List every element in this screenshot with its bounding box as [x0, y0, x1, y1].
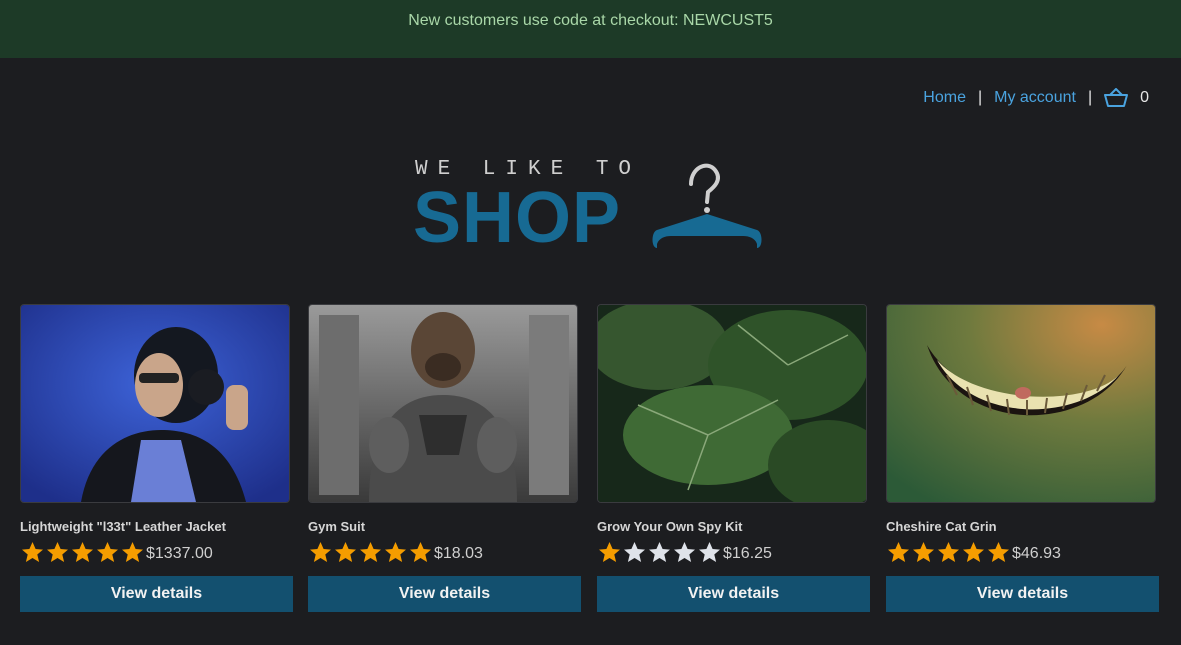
star-filled-icon — [963, 542, 984, 562]
product-photo-spy-kit — [598, 305, 866, 502]
star-filled-icon — [599, 542, 620, 562]
star-filled-icon — [888, 542, 909, 562]
product-image[interactable] — [597, 304, 867, 503]
star-filled-icon — [47, 542, 68, 562]
product-image[interactable] — [20, 304, 290, 503]
star-empty-icon — [624, 542, 645, 562]
view-details-button[interactable]: View details — [20, 576, 293, 612]
cart-link[interactable]: 0 — [1104, 88, 1149, 108]
star-rating: $46.93 — [886, 540, 1158, 564]
star-empty-icon — [699, 542, 720, 562]
star-filled-icon — [410, 542, 431, 562]
star-rating: $18.03 — [308, 540, 580, 564]
star-filled-icon — [310, 542, 331, 562]
star-filled-icon — [988, 542, 1009, 562]
product-photo-gym-suit — [309, 305, 577, 502]
view-details-button[interactable]: View details — [308, 576, 581, 612]
product-photo-cat-grin — [887, 305, 1155, 502]
product-price: $46.93 — [1012, 545, 1061, 562]
promo-banner: New customers use code at checkout: NEWC… — [0, 0, 1181, 58]
star-rating: $1337.00 — [20, 540, 292, 564]
product-price: $1337.00 — [146, 545, 213, 562]
home-link[interactable]: Home — [923, 89, 966, 107]
star-filled-icon — [122, 542, 143, 562]
star-empty-icon — [674, 542, 695, 562]
star-filled-icon — [335, 542, 356, 562]
view-details-button[interactable]: View details — [886, 576, 1159, 612]
star-filled-icon — [22, 542, 43, 562]
star-filled-icon — [360, 542, 381, 562]
nav-separator: | — [1087, 89, 1093, 106]
star-filled-icon — [938, 542, 959, 562]
nav-separator: | — [977, 89, 983, 106]
product-price: $16.25 — [723, 545, 772, 562]
product-photo-jacket — [21, 305, 289, 502]
top-nav: Home | My account | 0 — [923, 88, 1149, 108]
star-filled-icon — [97, 542, 118, 562]
star-filled-icon — [913, 542, 934, 562]
product-name[interactable]: Gym Suit — [308, 519, 580, 534]
logo-wordmark: SHOP — [413, 178, 622, 258]
product-card: Grow Your Own Spy Kit $16.25 View detail… — [597, 304, 870, 612]
product-card: Lightweight "l33t" Leather Jacket $1337.… — [20, 304, 293, 612]
view-details-button[interactable]: View details — [597, 576, 870, 612]
promo-text: New customers use code at checkout: NEWC… — [408, 12, 773, 29]
product-image[interactable] — [886, 304, 1156, 503]
star-filled-icon — [72, 542, 93, 562]
star-filled-icon — [385, 542, 406, 562]
product-price: $18.03 — [434, 545, 483, 562]
product-name[interactable]: Grow Your Own Spy Kit — [597, 519, 869, 534]
cart-count: 0 — [1140, 89, 1149, 106]
hanger-icon — [652, 163, 762, 248]
product-card: Cheshire Cat Grin $46.93 View details — [886, 304, 1159, 612]
my-account-link[interactable]: My account — [994, 89, 1076, 107]
basket-icon — [1104, 88, 1129, 107]
star-rating: $16.25 — [597, 540, 869, 564]
product-name[interactable]: Lightweight "l33t" Leather Jacket — [20, 519, 292, 534]
site-logo[interactable]: WE LIKE TO SHOP — [413, 158, 773, 254]
star-empty-icon — [649, 542, 670, 562]
product-card: Gym Suit $18.03 View details — [308, 304, 581, 612]
product-name[interactable]: Cheshire Cat Grin — [886, 519, 1158, 534]
product-image[interactable] — [308, 304, 578, 503]
